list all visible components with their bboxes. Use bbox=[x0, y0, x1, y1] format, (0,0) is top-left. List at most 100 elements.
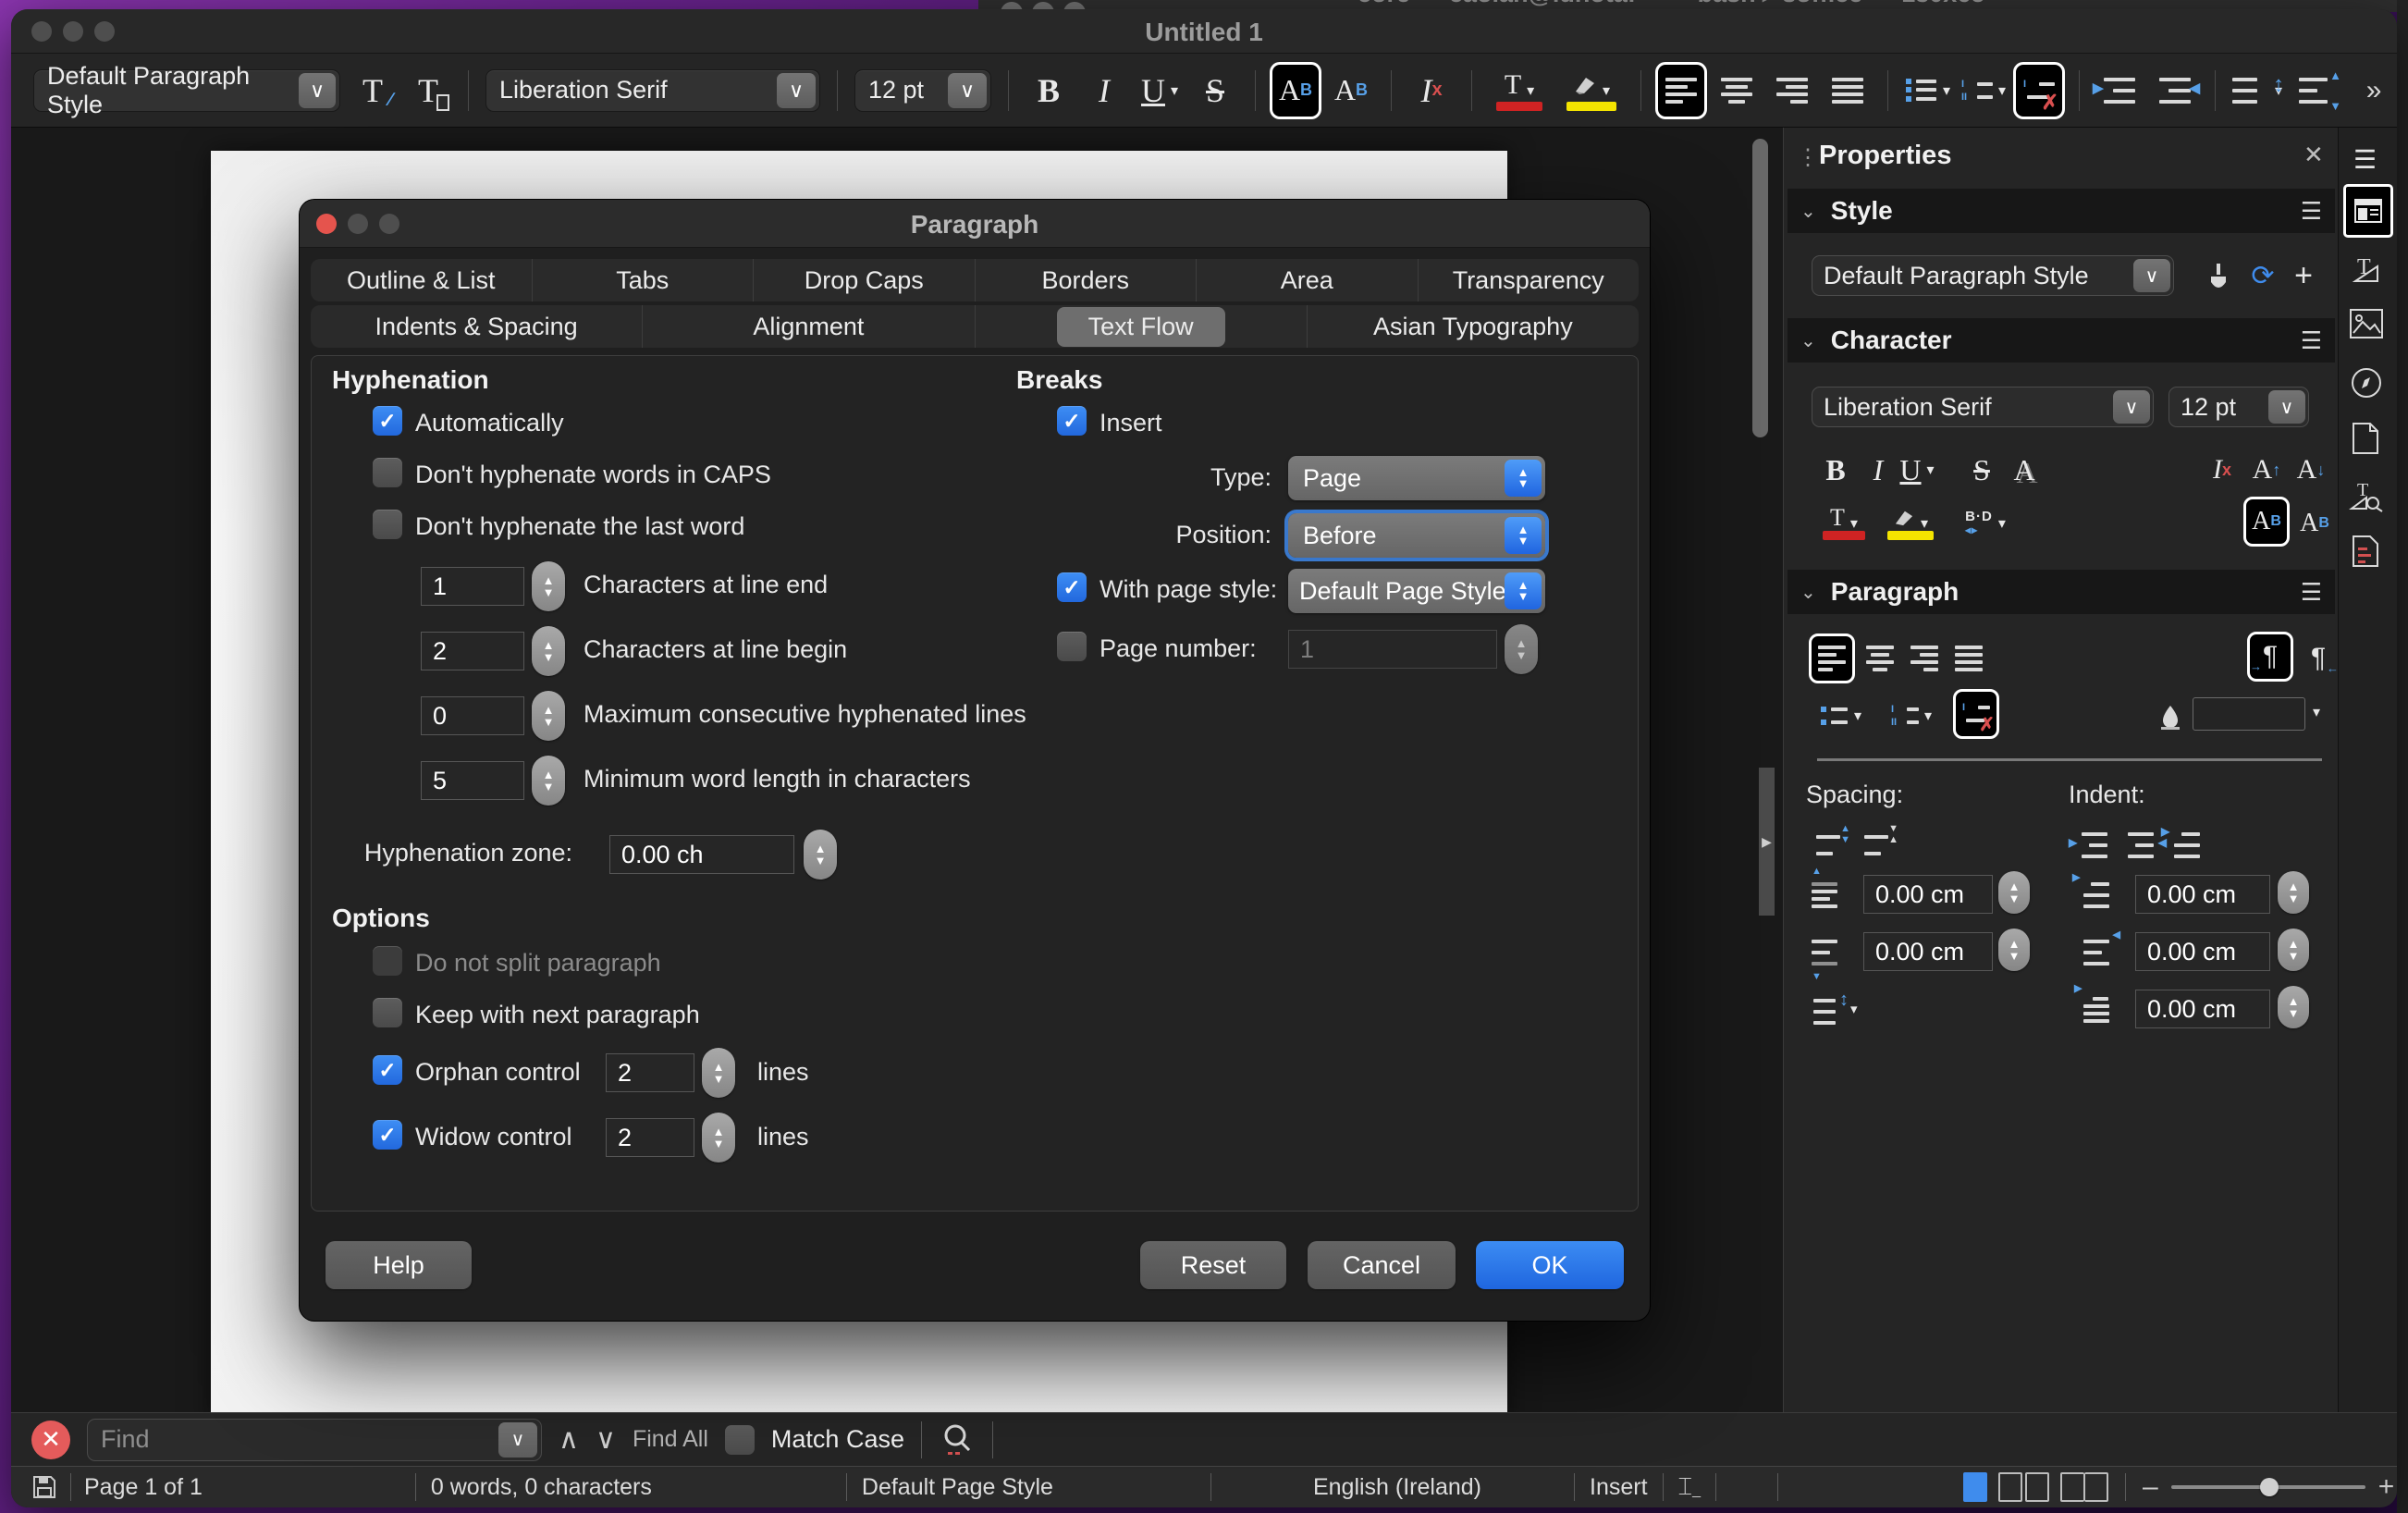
underline-icon[interactable]: U▾ bbox=[1136, 65, 1183, 117]
tab-asian-typography[interactable]: Asian Typography bbox=[1307, 305, 1639, 348]
page-style-checkbox[interactable]: ✓ bbox=[1057, 572, 1087, 602]
unordered-list-icon[interactable]: ▾ bbox=[1812, 694, 1871, 738]
indent-first-line-field[interactable]: 0.00 cm bbox=[2135, 990, 2270, 1028]
increase-indent-icon[interactable]: ▶ bbox=[2074, 823, 2115, 867]
italic-icon[interactable]: I bbox=[1081, 65, 1127, 117]
chevron-down-icon[interactable]: ∨ bbox=[2133, 259, 2170, 292]
tab-styles-icon[interactable]: T bbox=[2350, 253, 2385, 285]
spacing-below-field[interactable]: 0.00 cm bbox=[1863, 932, 1993, 971]
subscript-icon[interactable]: AB bbox=[2294, 501, 2335, 546]
position-select[interactable]: Before ▲▼ bbox=[1288, 513, 1545, 558]
tab-accessibility-check-icon[interactable] bbox=[2352, 535, 2379, 568]
find-close-icon[interactable]: ✕ bbox=[31, 1421, 70, 1459]
status-page-style[interactable]: Default Page Style bbox=[862, 1474, 1053, 1501]
vertical-scrollbar[interactable] bbox=[1752, 139, 1768, 437]
bold-icon[interactable]: B bbox=[1815, 448, 1856, 492]
highlight-color-icon[interactable]: ▾ bbox=[1880, 501, 1941, 546]
min-word-stepper[interactable]: ▲▼ bbox=[532, 756, 565, 806]
chevron-down-icon[interactable]: ∨ bbox=[948, 73, 987, 108]
tab-gallery-icon[interactable] bbox=[2350, 309, 2383, 338]
font-size-combobox[interactable]: 12 pt ∨ bbox=[854, 69, 991, 112]
find-all-button[interactable]: Find All bbox=[633, 1426, 708, 1453]
unordered-list-icon[interactable]: ▾ bbox=[1905, 65, 1951, 117]
style-section-header[interactable]: ⌄ Style ☰ bbox=[1788, 189, 2335, 233]
paragraph-section-header[interactable]: ⌄ Paragraph ☰ bbox=[1788, 570, 2335, 614]
type-select[interactable]: Page ▲▼ bbox=[1288, 456, 1545, 500]
line-begin-stepper[interactable]: ▲▼ bbox=[532, 626, 565, 676]
selection-mode-icon[interactable]: ⌶_ bbox=[1678, 1472, 1702, 1502]
tab-transparency[interactable]: Transparency bbox=[1418, 259, 1640, 301]
match-case-checkbox[interactable] bbox=[725, 1425, 755, 1455]
orphan-lines-stepper[interactable]: ▲▼ bbox=[702, 1048, 735, 1098]
update-style-brush-icon[interactable] bbox=[2198, 253, 2239, 298]
tab-properties-icon[interactable] bbox=[2346, 187, 2390, 235]
find-combobox[interactable]: ∨ bbox=[87, 1419, 542, 1461]
widow-lines-field[interactable]: 2 bbox=[606, 1118, 694, 1157]
sidebar-settings-icon[interactable]: ☰ bbox=[2353, 144, 2377, 175]
paragraph-ltr-icon[interactable]: ¶→ bbox=[2250, 634, 2291, 679]
tab-drop-caps[interactable]: Drop Caps bbox=[753, 259, 975, 301]
superscript-icon[interactable]: AB bbox=[2246, 499, 2287, 544]
section-menu-icon[interactable]: ☰ bbox=[2301, 578, 2322, 607]
chevron-down-icon[interactable]: ∨ bbox=[777, 73, 816, 108]
chevron-down-icon[interactable]: ∨ bbox=[2268, 390, 2305, 424]
indent-after-text-field[interactable]: 0.00 cm bbox=[2135, 932, 2270, 971]
increase-font-size-icon[interactable]: A↑ bbox=[2246, 448, 2287, 492]
font-name-combobox[interactable]: Liberation Serif ∨ bbox=[485, 69, 820, 112]
select-stepper-icon[interactable]: ▲▼ bbox=[1505, 460, 1542, 497]
align-center-icon[interactable] bbox=[1714, 65, 1760, 117]
tab-page-icon[interactable] bbox=[2352, 422, 2379, 455]
paragraph-rtl-icon[interactable]: ¶← bbox=[2298, 636, 2339, 681]
paragraph-spacing-icon[interactable]: ▲ ▼ bbox=[2291, 65, 2338, 117]
tab-alignment[interactable]: Alignment bbox=[642, 305, 974, 348]
new-style-plus-icon[interactable]: + bbox=[2283, 253, 2324, 298]
tab-indents-and-spacing[interactable]: Indents & Spacing bbox=[311, 305, 642, 348]
save-status-icon[interactable] bbox=[31, 1474, 57, 1500]
increase-paragraph-spacing-icon[interactable]: ▲▼ bbox=[1808, 823, 1849, 867]
section-menu-icon[interactable]: ☰ bbox=[2301, 197, 2322, 226]
help-button[interactable]: Help bbox=[326, 1241, 472, 1289]
clear-formatting-icon[interactable]: Ix bbox=[1408, 65, 1455, 117]
indent-after-stepper[interactable]: ▲▼ bbox=[2278, 929, 2309, 971]
sidebar-style-combobox[interactable]: Default Paragraph Style ∨ bbox=[1812, 255, 2174, 296]
sidebar-font-size-combobox[interactable]: 12 pt ∨ bbox=[2168, 387, 2309, 427]
refresh-style-icon[interactable]: ⟳ bbox=[2242, 253, 2283, 298]
ok-button[interactable]: OK bbox=[1476, 1241, 1624, 1289]
decrease-paragraph-spacing-icon[interactable]: ▼▲ bbox=[1856, 823, 1897, 867]
chevron-down-icon[interactable]: ▾ bbox=[1850, 1001, 1858, 1017]
indent-before-text-field[interactable]: 0.00 cm bbox=[2135, 875, 2270, 914]
indent-before-stepper[interactable]: ▲▼ bbox=[2278, 871, 2309, 914]
tab-navigator-icon[interactable] bbox=[2350, 366, 2383, 400]
chevron-down-icon[interactable]: ∨ bbox=[2113, 390, 2150, 424]
italic-icon[interactable]: I bbox=[1858, 448, 1898, 492]
max-consecutive-stepper[interactable]: ▲▼ bbox=[532, 691, 565, 741]
tab-style-inspector-icon[interactable]: T bbox=[2348, 479, 2385, 512]
single-page-view-icon[interactable] bbox=[1963, 1472, 1987, 1502]
zoom-slider-knob[interactable] bbox=[2260, 1478, 2279, 1496]
chevron-down-icon[interactable]: ⌄ bbox=[1800, 581, 1816, 604]
line-begin-field[interactable]: 2 bbox=[421, 632, 524, 670]
decrease-indent-icon[interactable]: ▶ bbox=[2096, 65, 2143, 117]
sidebar-close-icon[interactable]: ✕ bbox=[2304, 141, 2324, 169]
line-end-stepper[interactable]: ▲▼ bbox=[532, 561, 565, 611]
orphan-lines-field[interactable]: 2 bbox=[606, 1053, 694, 1092]
sidebar-collapse-handle[interactable]: ▶ bbox=[1759, 768, 1775, 916]
character-section-header[interactable]: ⌄ Character ☰ bbox=[1788, 318, 2335, 363]
widow-lines-stepper[interactable]: ▲▼ bbox=[702, 1113, 735, 1162]
spacing-above-field[interactable]: 0.00 cm bbox=[1863, 875, 1993, 914]
status-word-count[interactable]: 0 words, 0 characters bbox=[431, 1474, 652, 1501]
hyphenation-zone-stepper[interactable]: ▲▼ bbox=[804, 830, 837, 880]
tab-area[interactable]: Area bbox=[1196, 259, 1418, 301]
align-center-icon[interactable] bbox=[1860, 636, 1900, 681]
page-style-select[interactable]: Default Page Style ▲▼ bbox=[1288, 569, 1545, 613]
spacing-above-stepper[interactable]: ▲▼ bbox=[1998, 871, 2030, 914]
widow-control-checkbox[interactable]: ✓ bbox=[373, 1120, 402, 1150]
min-word-field[interactable]: 5 bbox=[421, 761, 524, 800]
clear-formatting-icon[interactable]: Ix bbox=[2202, 448, 2242, 492]
line-spacing-icon[interactable]: ↕ bbox=[1804, 990, 1845, 1034]
orphan-control-checkbox[interactable]: ✓ bbox=[373, 1055, 402, 1085]
status-language[interactable]: English (Ireland) bbox=[1313, 1474, 1481, 1501]
status-insert-mode[interactable]: Insert bbox=[1590, 1474, 1648, 1501]
chevron-down-icon[interactable]: ∨ bbox=[498, 1422, 537, 1458]
tab-borders[interactable]: Borders bbox=[975, 259, 1197, 301]
